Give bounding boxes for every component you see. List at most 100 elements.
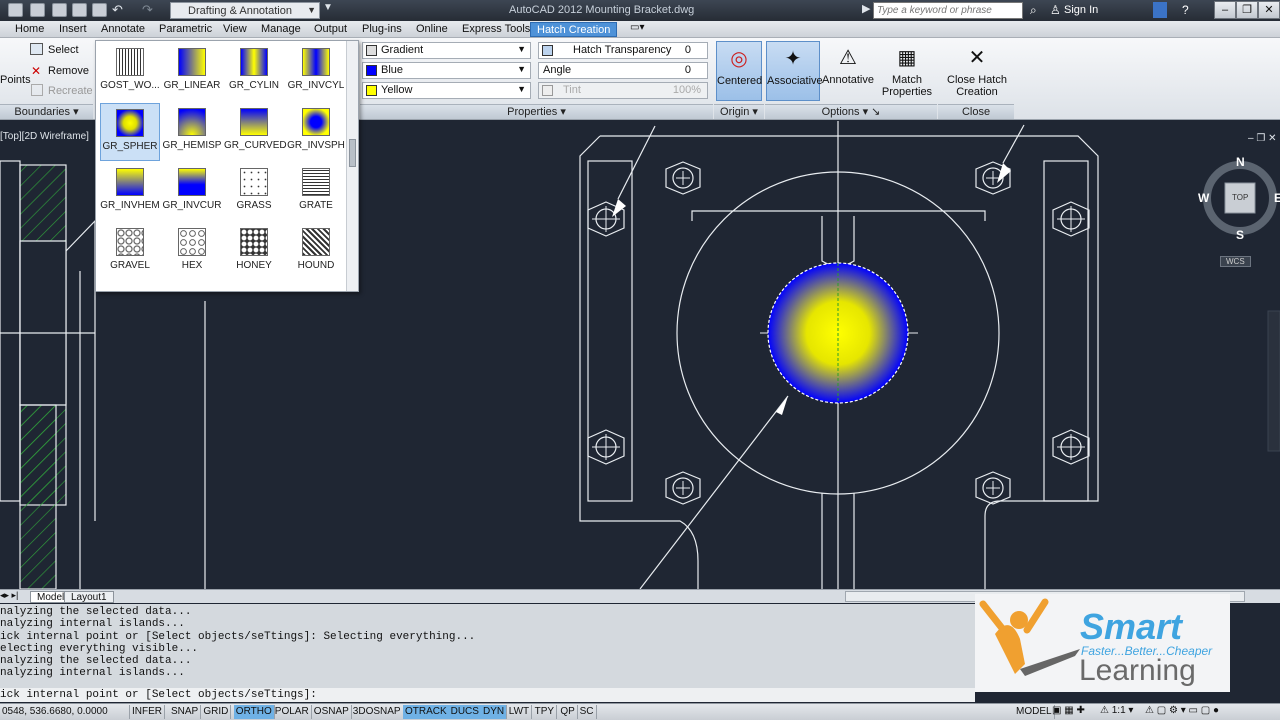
minimize-button[interactable]: – (1214, 1, 1236, 19)
match-properties-button[interactable]: ▦ Match Properties (878, 41, 936, 101)
pattern-grate[interactable]: GRATE (286, 163, 346, 221)
close-window-button[interactable]: ✕ (1258, 1, 1280, 19)
select-button[interactable]: Select (48, 44, 79, 56)
remove-button[interactable]: Remove (48, 65, 89, 77)
toggle-osnap[interactable]: OSNAP (312, 705, 352, 719)
tab-manage[interactable]: Manage (261, 22, 301, 37)
boundaries-panel-footer[interactable]: Boundaries ▾ (0, 104, 93, 119)
close-hatch-creation-button[interactable]: ✕ Close Hatch Creation (940, 41, 1014, 101)
sign-in-link[interactable]: Sign In (1064, 4, 1098, 16)
toggle-ortho[interactable]: ORTHO (233, 705, 275, 719)
scroll-thumb[interactable] (349, 139, 356, 167)
tab-insert[interactable]: Insert (59, 22, 87, 37)
coordinates-readout[interactable]: 0548, 536.6680, 0.0000 (0, 705, 130, 719)
options-panel-footer[interactable]: Options ▾ ↘ (765, 104, 937, 119)
compass-west[interactable]: W (1198, 191, 1209, 205)
centered-button[interactable]: ◎ Centered (716, 41, 762, 101)
tab-parametric[interactable]: Parametric (159, 22, 212, 37)
pattern-gr-invhem[interactable]: GR_INVHEM (100, 163, 160, 221)
viewcube[interactable]: N S W E TOP WCS (1198, 155, 1280, 267)
gradient-color2-select[interactable]: Yellow ▼ (362, 82, 531, 99)
open-icon[interactable] (52, 3, 67, 17)
toggle-otrack[interactable]: OTRACK (403, 705, 450, 719)
quick-view-icons[interactable]: ▣ ▦ ✚ (1052, 705, 1085, 716)
qat-dropdown-icon[interactable]: ▼ (323, 2, 333, 13)
command-input[interactable]: ick internal point or [Select objects/se… (0, 688, 975, 702)
pattern-gr-spher[interactable]: GR_SPHER (100, 103, 160, 161)
hatch-pattern-gallery[interactable]: GOST_WO... GR_LINEAR GR_CYLIN GR_INVCYL GR_S… (95, 40, 359, 292)
workspace-select[interactable]: Drafting & Annotation ▼ (170, 2, 320, 19)
pattern-hex[interactable]: HEX (162, 223, 222, 281)
ribbon-toggle-icon[interactable]: ▭▾ (630, 22, 644, 33)
gr-invcyl-icon (302, 48, 330, 76)
viewcube-top-face[interactable]: TOP (1232, 193, 1248, 202)
model-space-toggle[interactable]: MODEL (1014, 705, 1055, 719)
search-toggle-icon[interactable]: ▶ (862, 2, 870, 15)
pattern-grass[interactable]: GRASS (224, 163, 284, 221)
search-icon[interactable]: ⌕ (1030, 3, 1037, 18)
annotation-scale[interactable]: ⚠ 1:1 ▾ (1100, 705, 1133, 716)
tab-home[interactable]: Home (15, 22, 44, 37)
restore-button[interactable]: ❐ (1236, 1, 1258, 19)
close-panel-footer[interactable]: Close (938, 104, 1014, 119)
pattern-gr-invcur[interactable]: GR_INVCUR (162, 163, 222, 221)
redo-icon[interactable]: ↷ (142, 2, 153, 18)
wcs-menu[interactable]: WCS (1220, 256, 1251, 267)
gallery-scrollbar[interactable] (346, 41, 358, 291)
toggle-dyn[interactable]: DYN (481, 705, 508, 719)
app-menu-icon[interactable] (8, 3, 23, 17)
toggle-lwt[interactable]: LWT (507, 705, 533, 719)
pattern-honey[interactable]: HONEY (224, 223, 284, 281)
new-icon[interactable] (30, 3, 45, 17)
hatch-type-select[interactable]: Gradient ▼ (362, 42, 531, 59)
print-icon[interactable] (92, 3, 107, 17)
recreate-button[interactable]: Recreate (48, 85, 93, 97)
toggle-snap[interactable]: SNAP (169, 705, 202, 719)
pick-points-button[interactable]: Points (0, 74, 31, 86)
toggle-tpy[interactable]: TPY (533, 705, 558, 719)
pattern-gr-invcyl[interactable]: GR_INVCYL (286, 43, 346, 101)
toggle-ducs[interactable]: DUCS (448, 705, 482, 719)
tint-field[interactable]: Tint 100% (538, 82, 708, 99)
pattern-gr-linear[interactable]: GR_LINEAR (162, 43, 222, 101)
pattern-gravel[interactable]: GRAVEL (100, 223, 160, 281)
toggle-3dosnap[interactable]: 3DOSNAP (351, 705, 404, 719)
tab-scroll-icon[interactable]: ◂▸ ▸| (0, 590, 18, 601)
tray-icons[interactable]: ⚠ ▢ ⚙ ▾ ▭ ▢ ● (1145, 705, 1219, 716)
tab-annotate[interactable]: Annotate (101, 22, 145, 37)
tab-view[interactable]: View (223, 22, 247, 37)
search-input[interactable]: Type a keyword or phrase (873, 2, 1023, 19)
compass-north[interactable]: N (1236, 155, 1245, 169)
exchange-icon[interactable] (1153, 2, 1167, 18)
pattern-gr-curved[interactable]: GR_CURVED (224, 103, 287, 161)
tab-output[interactable]: Output (314, 22, 347, 37)
tab-online[interactable]: Online (416, 22, 448, 37)
pattern-gost-wood[interactable]: GOST_WO... (100, 43, 160, 101)
toggle-sc[interactable]: SC (578, 705, 597, 719)
compass-east[interactable]: E (1274, 191, 1280, 205)
angle-field[interactable]: Angle 0 (538, 62, 708, 79)
toggle-polar[interactable]: POLAR (273, 705, 312, 719)
toggle-qp[interactable]: QP (558, 705, 578, 719)
tab-plugins[interactable]: Plug-ins (362, 22, 402, 37)
tab-express-tools[interactable]: Express Tools (462, 22, 530, 37)
origin-panel-footer[interactable]: Origin ▾ (714, 104, 764, 119)
toggle-infer[interactable]: INFER (130, 705, 165, 719)
pattern-gr-cylin[interactable]: GR_CYLIN (224, 43, 284, 101)
pattern-gr-invsph[interactable]: GR_INVSPH (286, 103, 346, 161)
toggle-grid[interactable]: GRID (201, 705, 232, 719)
viewport-label[interactable]: [Top][2D Wireframe] (0, 131, 89, 142)
compass-south[interactable]: S (1236, 228, 1244, 242)
pattern-gr-hemisp[interactable]: GR_HEMISP (162, 103, 222, 161)
tab-hatch-creation[interactable]: Hatch Creation (530, 22, 618, 37)
save-icon[interactable] (72, 3, 87, 17)
gradient-color1-select[interactable]: Blue ▼ (362, 62, 531, 79)
annotative-button[interactable]: ⚠ Annotative (820, 41, 876, 101)
tab-layout1[interactable]: Layout1 (64, 591, 114, 603)
pattern-hound[interactable]: HOUND (286, 223, 346, 281)
properties-panel-footer[interactable]: Properties ▾ (360, 104, 713, 119)
hatch-transparency-field[interactable]: Hatch Transparency 0 (538, 42, 708, 59)
associative-button[interactable]: ✦ Associative (766, 41, 823, 101)
undo-icon[interactable]: ↶ (112, 2, 123, 18)
help-icon[interactable]: ? (1182, 3, 1189, 17)
